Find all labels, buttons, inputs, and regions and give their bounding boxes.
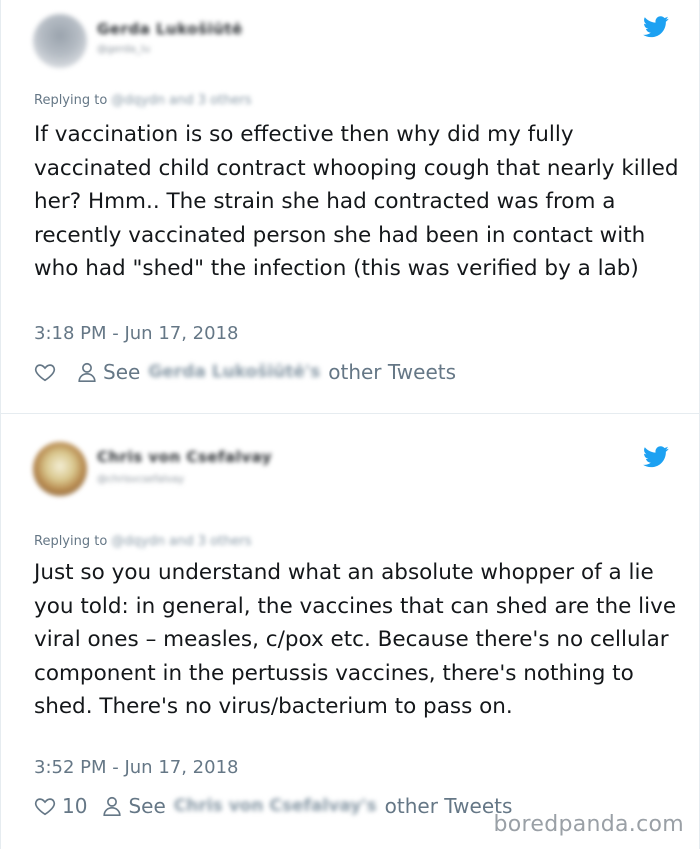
avatar[interactable] [33, 14, 87, 68]
tweet-actions: 10 See Chris von Csefalvay's other Tweet… [34, 792, 512, 820]
heart-icon[interactable] [34, 795, 56, 817]
tweet-text: If vaccination is so effective then why … [34, 122, 679, 281]
heart-icon[interactable] [34, 361, 56, 383]
like-count: 10 [62, 794, 88, 818]
person-icon[interactable] [76, 361, 98, 383]
replying-to-users[interactable]: @dqydn and 3 others [111, 534, 251, 549]
author-handle[interactable]: @chrisvcsefalvay [97, 474, 184, 485]
person-icon[interactable] [101, 795, 123, 817]
tweet-text: Just so you understand what an absolute … [34, 560, 677, 719]
tweet-card: Gerda Lukošiūtė @gerda_lu Replying to @dq… [0, 0, 700, 414]
tweet-actions: See Gerda Lukošiūtė's other Tweets [34, 358, 456, 386]
replying-to: Replying to @dqydn and 3 others [34, 93, 252, 108]
replying-to: Replying to @dqydn and 3 others [34, 534, 252, 549]
tweet-timestamp[interactable]: 3:52 PM - Jun 17, 2018 [34, 757, 238, 778]
boredpanda-watermark: boredpanda.com [493, 812, 684, 837]
twitter-bird-icon[interactable] [643, 446, 669, 468]
other-tweets-link[interactable]: other Tweets [328, 360, 456, 384]
see-author-name[interactable]: Gerda Lukošiūtė's [148, 362, 320, 382]
author-name[interactable]: Chris von Csefalvay [97, 448, 272, 466]
author-name[interactable]: Gerda Lukošiūtė [97, 20, 243, 38]
tweet-card: Chris von Csefalvay @chrisvcsefalvay Rep… [0, 414, 700, 849]
replying-label: Replying to [34, 93, 108, 108]
replying-to-users[interactable]: @dqydn and 3 others [111, 93, 251, 108]
avatar[interactable] [33, 442, 87, 496]
tweet-timestamp[interactable]: 3:18 PM - Jun 17, 2018 [34, 323, 238, 344]
replying-label: Replying to [34, 534, 108, 549]
see-author-name[interactable]: Chris von Csefalvay's [174, 796, 377, 816]
author-handle[interactable]: @gerda_lu [97, 44, 150, 55]
see-label[interactable]: See [103, 360, 140, 384]
see-label[interactable]: See [128, 794, 165, 818]
twitter-bird-icon[interactable] [643, 16, 669, 38]
